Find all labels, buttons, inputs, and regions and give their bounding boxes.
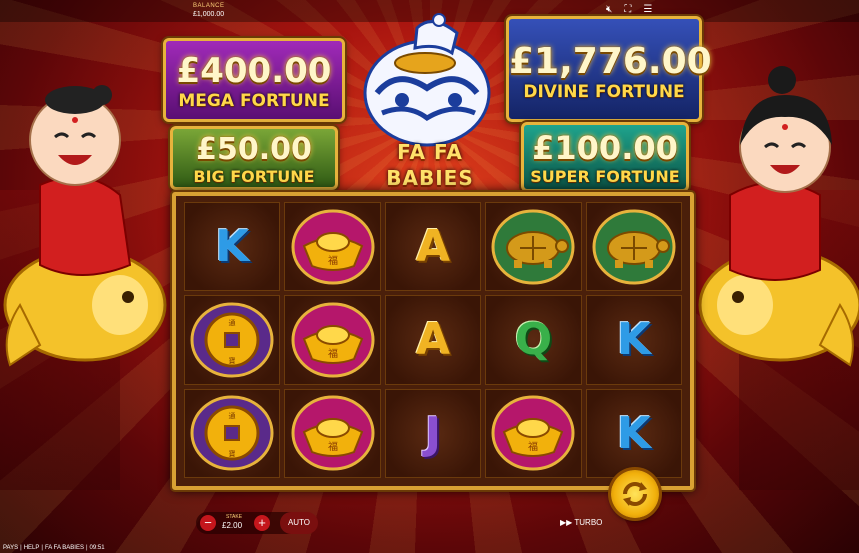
control-bar: − STAKE £2.00 + AUTO ▶▶ TURBO: [0, 510, 859, 553]
turbo-button[interactable]: ▶▶ TURBO: [560, 516, 610, 530]
gold-ingot-icon: 福: [291, 395, 375, 471]
super-fortune-jackpot: £100.00 SUPER FORTUNE: [521, 122, 689, 192]
help-link[interactable]: HELP: [24, 545, 40, 551]
reel-grid: K福A通寶福AQK通寶福J福K: [184, 202, 682, 478]
coin-icon: 通寶: [190, 395, 274, 471]
letter-symbol-a: A: [384, 202, 482, 292]
letter-symbol-k: K: [585, 295, 682, 385]
symbol-letter: A: [415, 221, 451, 273]
jackpot-amount: £100.00: [532, 129, 678, 167]
mute-icon[interactable]: 🔇︎: [606, 5, 612, 15]
big-fortune-jackpot: £50.00 BIG FORTUNE: [170, 126, 338, 190]
separator: |: [41, 545, 43, 551]
jackpot-name: SUPER FORTUNE: [530, 167, 680, 186]
svg-text:寶: 寶: [229, 356, 236, 365]
gold-ingot-symbol: 福: [485, 388, 582, 478]
balance-value: £1,000.00: [193, 11, 225, 18]
coin-icon: 通寶: [190, 302, 274, 378]
svg-text:福: 福: [328, 440, 338, 453]
stake-increase-button[interactable]: +: [254, 515, 270, 531]
svg-text:福: 福: [328, 347, 338, 360]
svg-text:通: 通: [229, 318, 236, 327]
mega-fortune-jackpot: £400.00 MEGA FORTUNE: [163, 38, 345, 122]
balance-label: BALANCE: [193, 3, 225, 9]
symbol-letter: A: [415, 314, 451, 366]
turtle-icon: [592, 209, 676, 285]
symbol-letter: J: [424, 407, 442, 459]
clock: 09:51: [89, 545, 105, 551]
symbol-letter: K: [215, 221, 250, 273]
gold-ingot-icon: 福: [491, 395, 575, 471]
stake-value: £2.00: [222, 521, 243, 530]
jackpot-amount: £50.00: [196, 132, 312, 167]
autoplay-button[interactable]: AUTO: [280, 512, 318, 534]
girl-character: [698, 66, 859, 367]
turtle-symbol: [585, 202, 682, 292]
symbol-letter: Q: [514, 314, 553, 366]
logo-line-2: BABIES: [386, 166, 474, 190]
top-icons: 🔇︎ ⛶ ☰: [606, 5, 652, 15]
letter-symbol-q: Q: [485, 295, 582, 385]
separator: |: [85, 545, 88, 551]
letter-symbol-k: K: [184, 202, 281, 292]
symbol-letter: K: [616, 407, 651, 459]
gold-ingot-icon: 福: [291, 302, 375, 378]
gold-ingot-symbol: 福: [284, 202, 381, 292]
pays-link[interactable]: PAYS: [3, 545, 18, 551]
footer: PAYS | HELP | FA FA BABIES | 09:51: [3, 545, 107, 551]
gold-ingot-symbol: 福: [284, 295, 381, 385]
jackpot-name: MEGA FORTUNE: [178, 91, 330, 111]
gold-ingot-symbol: 福: [284, 388, 381, 478]
game-name: FA FA BABIES: [44, 545, 84, 551]
svg-text:寶: 寶: [229, 449, 236, 458]
coin-symbol: 通寶: [184, 295, 281, 385]
gold-ingot-icon: 福: [291, 209, 375, 285]
divine-fortune-jackpot: £1,776.00 DIVINE FORTUNE: [506, 16, 712, 122]
jackpot-name: BIG FORTUNE: [193, 167, 315, 186]
stake-label: STAKE: [226, 514, 243, 520]
turtle-icon: [491, 209, 575, 285]
jackpot-name: DIVINE FORTUNE: [523, 82, 685, 102]
menu-icon[interactable]: ☰: [643, 5, 652, 15]
game-logo: FA FA BABIES: [368, 140, 492, 190]
turtle-symbol: [485, 202, 582, 292]
svg-text:福: 福: [528, 440, 538, 453]
porcelain-vase-icon: [363, 13, 491, 147]
coin-symbol: 通寶: [184, 388, 281, 478]
svg-text:福: 福: [328, 254, 338, 267]
reel-frame: K福A通寶福AQK通寶福J福K: [172, 192, 694, 490]
fullscreen-icon[interactable]: ⛶: [624, 5, 631, 15]
separator: |: [20, 545, 22, 551]
letter-symbol-a: A: [384, 295, 482, 385]
jackpot-amount: £400.00: [176, 51, 332, 91]
svg-text:通: 通: [229, 411, 236, 420]
logo-line-1: FA FA: [397, 140, 463, 164]
symbol-letter: K: [616, 314, 651, 366]
boy-character: [3, 85, 167, 367]
stake-decrease-button[interactable]: −: [200, 515, 216, 531]
jackpot-amount: £1,776.00: [509, 41, 712, 82]
letter-symbol-j: J: [384, 388, 482, 478]
letter-symbol-k: K: [585, 388, 682, 478]
